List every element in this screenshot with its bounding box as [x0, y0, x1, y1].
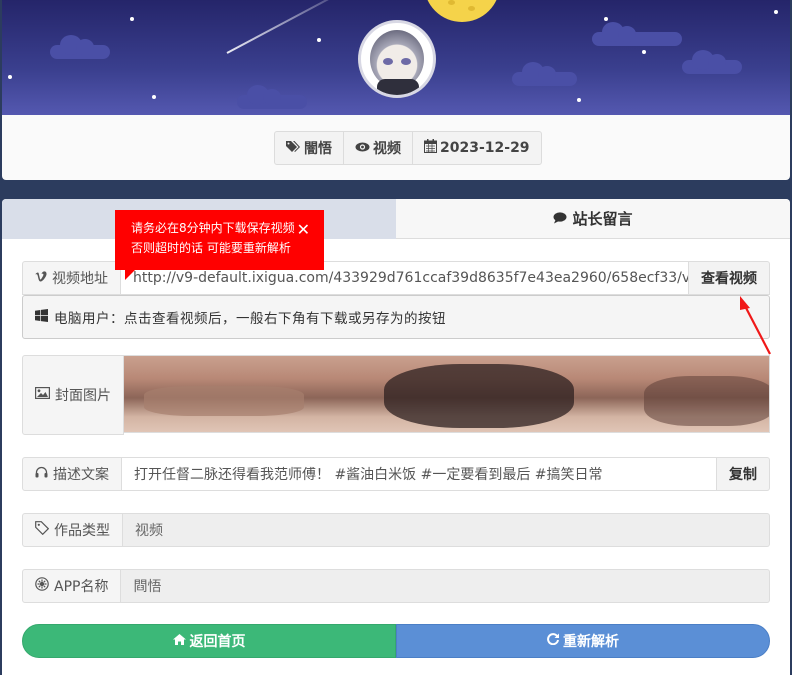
video-url-value: http://v9-default.ixigua.com/433929d761c…: [133, 270, 689, 286]
cover-addon: 封面图片: [22, 355, 124, 435]
cover-group: 封面图片: [22, 355, 770, 435]
tab-admin-message[interactable]: 站长留言: [396, 199, 790, 239]
action-buttons: 返回首页 重新解析: [22, 624, 770, 658]
work-type-addon: 作品类型: [22, 513, 123, 547]
meta-date: 2023-12-29: [413, 132, 541, 164]
moon-decoration: [424, 0, 500, 22]
night-sky-banner: [2, 0, 790, 115]
star-decoration: [604, 17, 608, 21]
work-type-group: 作品类型 视频: [22, 513, 770, 547]
cloud-decoration: [237, 85, 307, 109]
refresh-icon: [547, 633, 559, 649]
tooltip-line-1: 请务必在8分钟内下载保存视频: [131, 221, 295, 235]
reparse-button[interactable]: 重新解析: [396, 624, 770, 658]
app-name-value: 閰悟: [133, 579, 162, 595]
profile-header: 闇悟 视频 2023-12-29: [2, 0, 790, 180]
cloud-decoration: [592, 22, 682, 46]
cloud-decoration: [50, 35, 110, 59]
calendar-icon: [424, 139, 437, 157]
tab-admin-message-label: 站长留言: [572, 210, 633, 228]
tags-icon: [286, 140, 301, 157]
meta-type-text: 视频: [373, 141, 401, 157]
meta-date-text: 2023-12-29: [440, 140, 530, 156]
avatar: [358, 20, 436, 98]
description-label: 描述文案: [53, 467, 109, 483]
star-decoration: [152, 95, 156, 99]
result-panel: 站长留言 视频地址 http://v9-default.ixigua.com/4…: [2, 199, 790, 675]
windows-icon: [35, 308, 48, 326]
image-icon: [35, 387, 51, 403]
close-icon[interactable]: ✕: [297, 220, 310, 240]
description-group: 描述文案 打开任督二脉还得看我范师傅！ #酱油白米饭 #一定要看到最后 #搞笑日…: [22, 457, 770, 491]
star-decoration: [8, 75, 12, 79]
tag-icon: [35, 521, 50, 539]
cloud-decoration: [512, 62, 577, 86]
meta-author-text: 闇悟: [304, 141, 332, 157]
view-video-label: 查看视频: [701, 271, 757, 287]
star-decoration: [642, 50, 646, 54]
star-decoration: [130, 17, 134, 21]
meta-type: 视频: [344, 132, 413, 164]
post-meta-bar: 闇悟 视频 2023-12-29: [274, 131, 542, 165]
settings-gear-icon: [35, 577, 49, 595]
video-url-label: 视频地址: [52, 271, 108, 287]
star-decoration: [774, 10, 778, 14]
description-addon: 描述文案: [22, 457, 122, 491]
back-home-label: 返回首页: [189, 634, 246, 650]
download-warning-tooltip: 请务必在8分钟内下载保存视频 否则超时的话 可能要重新解析 ✕: [115, 210, 324, 280]
pc-user-hint-text: 电脑用户：点击查看视频后，一般右下角有下载或另存为的按钮: [54, 311, 446, 327]
shooting-star: [226, 0, 360, 54]
copy-label: 复制: [729, 467, 757, 483]
comment-icon: [553, 210, 567, 228]
video-url-addon: 视频地址: [22, 261, 121, 295]
work-type-value: 视频: [135, 523, 163, 539]
cover-image: [124, 355, 770, 433]
description-field[interactable]: 打开任督二脉还得看我范师傅！ #酱油白米饭 #一定要看到最后 #搞笑日常: [122, 457, 717, 491]
cloud-decoration: [682, 50, 742, 74]
star-decoration: [577, 98, 581, 102]
app-name-addon: APP名称: [22, 569, 122, 603]
eye-icon: [355, 140, 370, 156]
app-name-label: APP名称: [54, 579, 109, 595]
annotation-arrow: [740, 296, 771, 355]
app-name-group: APP名称 閰悟: [22, 569, 770, 603]
home-icon: [172, 633, 186, 649]
star-decoration: [317, 38, 321, 42]
app-name-field: 閰悟: [121, 569, 770, 603]
tooltip-line-2: 否则超时的话 可能要重新解析: [131, 241, 291, 255]
description-value: 打开任督二脉还得看我范师傅！ #酱油白米饭 #一定要看到最后 #搞笑日常: [134, 467, 603, 483]
meta-author: 闇悟: [275, 132, 344, 164]
headphones-icon: [35, 466, 48, 482]
vimeo-icon: [35, 270, 47, 286]
copy-button[interactable]: 复制: [717, 457, 770, 491]
reparse-label: 重新解析: [563, 634, 619, 650]
pc-user-hint: 电脑用户：点击查看视频后，一般右下角有下载或另存为的按钮: [22, 295, 770, 339]
back-home-button[interactable]: 返回首页: [22, 624, 396, 658]
work-type-label: 作品类型: [54, 523, 110, 539]
work-type-field: 视频: [123, 513, 770, 547]
cover-label: 封面图片: [55, 388, 111, 404]
